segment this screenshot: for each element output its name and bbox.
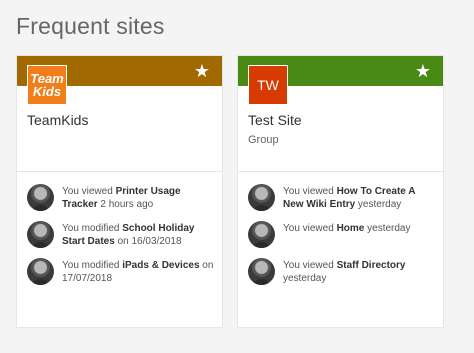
activity-item[interactable]: You modified iPads & Devices on 17/07/20… xyxy=(27,258,216,285)
activity-link[interactable]: Home xyxy=(337,223,365,234)
activity-link[interactable]: Staff Directory xyxy=(337,260,406,271)
activity-text: You modified iPads & Devices on 17/07/20… xyxy=(62,260,214,284)
site-name[interactable]: Test Site xyxy=(248,112,302,128)
section-title: Frequent sites xyxy=(16,13,165,39)
activity-text: You viewed Staff Directory yesterday xyxy=(283,260,406,284)
star-icon[interactable]: ★ xyxy=(415,61,431,81)
activity-item[interactable]: You modified School Holiday Start Dates … xyxy=(27,221,216,248)
site-card-teamkids[interactable]: ★ Team Kids TeamKids You viewed Printer … xyxy=(16,55,223,328)
star-icon[interactable]: ★ xyxy=(194,61,210,81)
activity-link[interactable]: iPads & Devices xyxy=(122,260,199,271)
site-name[interactable]: TeamKids xyxy=(27,112,88,128)
avatar xyxy=(27,184,54,211)
avatar xyxy=(248,258,275,285)
site-logo: TW xyxy=(248,65,288,105)
activity-text: You viewed How To Create A New Wiki Entr… xyxy=(283,186,416,210)
activity-item[interactable]: You viewed Staff Directory yesterday xyxy=(248,258,437,285)
avatar xyxy=(248,221,275,248)
activity-text: You modified School Holiday Start Dates … xyxy=(62,223,195,247)
avatar xyxy=(27,258,54,285)
logo-text: Team Kids xyxy=(30,71,64,99)
activity-item[interactable]: You viewed Printer Usage Tracker 2 hours… xyxy=(27,184,216,211)
activity-item[interactable]: You viewed How To Create A New Wiki Entr… xyxy=(248,184,437,211)
activity-item[interactable]: You viewed Home yesterday xyxy=(248,221,437,248)
activity-text: You viewed Home yesterday xyxy=(283,223,411,234)
site-card-test-site[interactable]: ★ TW Test Site Group You viewed How To C… xyxy=(237,55,444,328)
divider xyxy=(238,171,443,172)
site-type: Group xyxy=(248,134,279,146)
avatar xyxy=(27,221,54,248)
activity-text: You viewed Printer Usage Tracker 2 hours… xyxy=(62,186,181,210)
divider xyxy=(17,171,222,172)
site-logo: Team Kids xyxy=(27,65,67,105)
avatar xyxy=(248,184,275,211)
